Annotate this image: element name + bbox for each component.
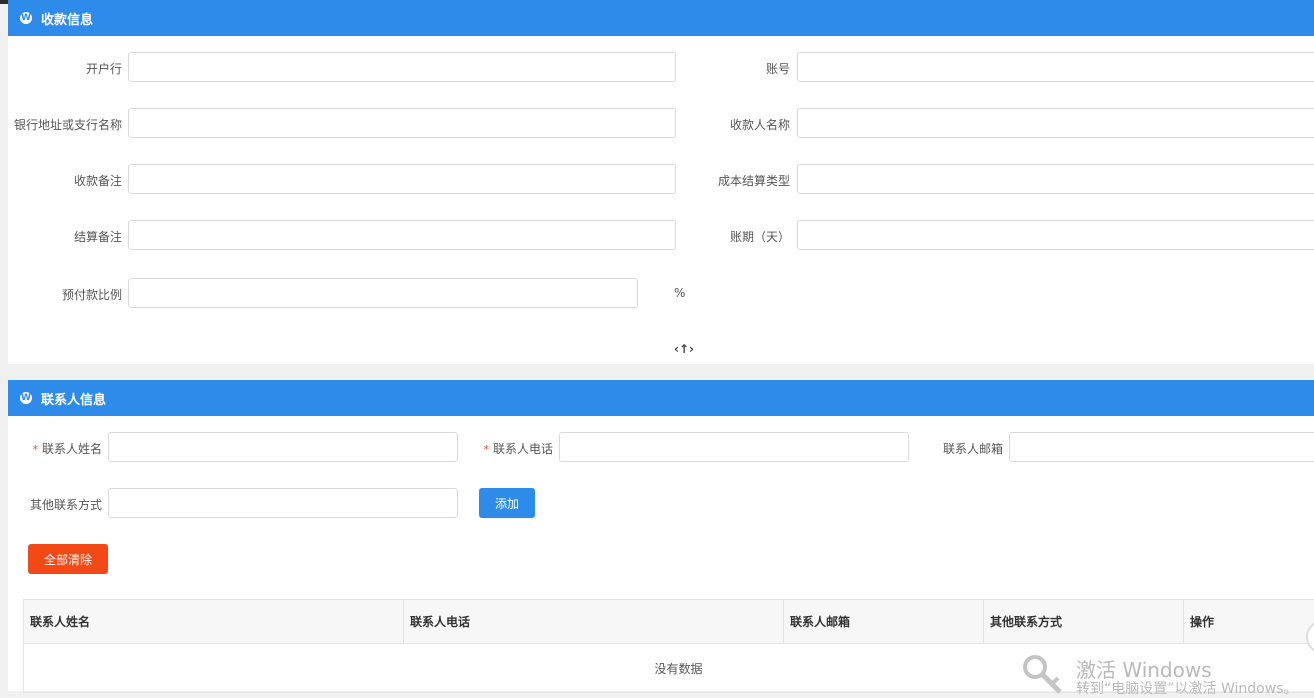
settlement-note-input[interactable] [128, 220, 676, 250]
cost-type-label: 成本结算类型 [690, 172, 790, 189]
payment-note-input[interactable] [128, 164, 676, 194]
contact-phone-label-text: 联系人电话 [493, 442, 553, 456]
payee-label: 收款人名称 [690, 116, 790, 133]
watermark-subtitle: 转到“电脑设置”以激活 Windows。 [1076, 678, 1297, 698]
period-label: 账期（天） [690, 228, 790, 245]
other-contact-input[interactable] [108, 488, 458, 518]
collapse-toggle-icon[interactable]: ‹↑› [674, 342, 694, 356]
payment-note-label: 收款备注 [0, 172, 122, 189]
column-header-name[interactable]: 联系人姓名 [24, 600, 404, 644]
prepay-unit: % [674, 286, 685, 300]
prepay-input[interactable] [128, 278, 638, 308]
contact-info-header: W 联系人信息 [8, 380, 1314, 416]
required-mark: * [483, 443, 489, 456]
payee-input[interactable] [797, 108, 1314, 138]
column-header-email[interactable]: 联系人邮箱 [784, 600, 984, 644]
bank-address-input[interactable] [128, 108, 676, 138]
contact-phone-input[interactable] [559, 432, 909, 462]
clear-all-button[interactable]: 全部清除 [28, 544, 108, 574]
cost-type-select[interactable] [797, 164, 1314, 194]
key-icon [1022, 654, 1068, 694]
payment-info-header: W 收款信息 [8, 0, 1314, 36]
other-contact-label: 其他联系方式 [0, 496, 102, 513]
account-label: 账号 [690, 60, 790, 77]
table-header-row: 联系人姓名 联系人电话 联系人邮箱 其他联系方式 操作 [24, 600, 1314, 644]
period-input[interactable] [797, 220, 1314, 250]
contact-name-label-text: 联系人姓名 [42, 442, 102, 456]
column-header-other[interactable]: 其他联系方式 [984, 600, 1184, 644]
contact-name-label: * 联系人姓名 [0, 440, 102, 457]
contact-phone-label: * 联系人电话 [452, 440, 553, 457]
contact-email-input[interactable] [1009, 432, 1314, 462]
contact-email-label: 联系人邮箱 [903, 440, 1003, 457]
wordpress-icon: W [20, 392, 32, 404]
column-header-phone[interactable]: 联系人电话 [404, 600, 784, 644]
add-contact-button[interactable]: 添加 [479, 488, 535, 518]
bank-label: 开户行 [0, 60, 122, 77]
wordpress-icon: W [20, 12, 32, 24]
settlement-note-label: 结算备注 [0, 228, 122, 245]
account-input[interactable] [797, 52, 1314, 82]
payment-info-title: 收款信息 [41, 9, 93, 28]
bank-input[interactable] [128, 52, 676, 82]
bank-address-label: 银行地址或支行名称 [0, 116, 122, 133]
prepay-label: 预付款比例 [0, 286, 122, 303]
required-mark: * [32, 443, 38, 456]
windows-activation-watermark: 激活 Windows 转到“电脑设置”以激活 Windows。 [1022, 652, 1314, 692]
column-header-actions: 操作 [1184, 600, 1314, 644]
contact-name-input[interactable] [108, 432, 458, 462]
contact-info-title: 联系人信息 [41, 389, 106, 408]
